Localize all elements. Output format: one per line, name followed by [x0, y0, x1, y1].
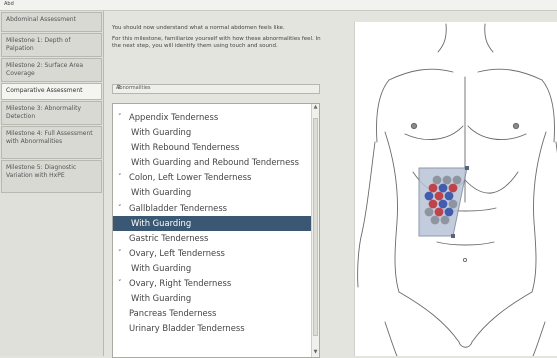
tree-item-label: With Rebound Tenderness: [131, 142, 240, 153]
sensor-dot: [434, 207, 444, 217]
instruction-paragraph: You should now understand what a normal …: [112, 25, 285, 31]
tree-subitem[interactable]: With Guarding: [113, 291, 313, 306]
sidebar-item-comparative-assessment[interactable]: Comparative Assessment: [1, 83, 102, 100]
sensor-dot: [424, 207, 434, 217]
tree-item-label: With Guarding: [131, 262, 192, 273]
sensor-dot: [452, 175, 462, 185]
tree-item-label: Pancreas Tenderness: [129, 308, 217, 319]
tree-item-label: With Guarding: [131, 217, 192, 228]
sensor-dot: [428, 199, 438, 209]
region-handle[interactable]: [451, 234, 455, 238]
expand-caret-icon[interactable]: ˅: [118, 276, 122, 291]
scrollbar-thumb[interactable]: [313, 118, 318, 336]
tree-subitem[interactable]: With Guarding: [113, 185, 313, 200]
expand-caret-icon[interactable]: ˅: [118, 246, 122, 261]
tree-item[interactable]: Urinary Bladder Tenderness: [113, 321, 313, 336]
sidebar-item-milestone-2[interactable]: Milestone 2: Surface Area Coverage: [1, 58, 102, 82]
tree-item[interactable]: Gastric Tenderness: [113, 231, 313, 246]
nipple-left: [410, 122, 418, 130]
tree-subitem[interactable]: With Guarding and Rebound Tenderness: [113, 155, 313, 170]
expand-caret-icon[interactable]: ˅: [118, 201, 122, 216]
tree-subitem[interactable]: With Guarding: [113, 261, 313, 276]
tree-item-label: Gastric Tenderness: [129, 232, 209, 243]
sensor-dot: [434, 191, 444, 201]
tree-item[interactable]: Pancreas Tenderness: [113, 306, 313, 321]
tree-item-label: Urinary Bladder Tenderness: [129, 323, 245, 334]
sidebar-item-milestone-1[interactable]: Milestone 1: Depth of Palpation: [1, 33, 102, 57]
sensor-dot: [432, 175, 442, 185]
tree-subitem[interactable]: With Guarding: [113, 215, 313, 231]
sensor-dot: [428, 183, 438, 193]
tree-item-label: With Guarding: [131, 187, 192, 198]
tree-item-label: With Guarding and Rebound Tenderness: [131, 157, 299, 168]
title-bar: Abd: [0, 0, 557, 11]
tree-item-label: Ovary, Left Tenderness: [129, 247, 225, 258]
region-handle[interactable]: [465, 166, 469, 170]
sensor-dot: [448, 183, 458, 193]
sensor-dot: [442, 175, 452, 185]
sensor-dot: [438, 199, 448, 209]
instructions: You should now understand what a normal …: [112, 25, 322, 50]
sensor-dot: [444, 191, 454, 201]
sensor-dot: [448, 199, 458, 209]
tree-subitem[interactable]: With Guarding: [113, 125, 313, 140]
sidebar-item-milestone-5[interactable]: Milestone 5: Diagnostic Variation with H…: [1, 160, 102, 193]
expand-caret-icon[interactable]: ˅: [118, 110, 122, 125]
sidebar-item-milestone-4[interactable]: Milestone 4: Full Assessment with Abnorm…: [1, 126, 102, 159]
sensor-dot: [440, 215, 450, 225]
tree-item[interactable]: ˅ Colon, Left Lower Tenderness: [113, 170, 313, 185]
torso-illustration: [357, 23, 557, 356]
tree-item-label: Ovary, Right Tenderness: [129, 278, 232, 289]
sensor-dot: [444, 207, 454, 217]
anatomy-figure-panel: [354, 22, 557, 356]
tree-item[interactable]: ˅ Ovary, Right Tenderness: [113, 276, 313, 291]
instruction-paragraph: For this milestone, familiarize yourself…: [112, 36, 321, 49]
abnormality-list[interactable]: ˅ Appendix Tenderness With Guarding With Re…: [112, 103, 320, 358]
window-title: Abd: [4, 1, 14, 7]
expand-caret-icon[interactable]: ˅: [118, 170, 122, 185]
scroll-up-arrow-icon[interactable]: ▲: [312, 104, 319, 112]
sidebar-item-abdominal-assessment[interactable]: Abdominal Assessment: [1, 12, 102, 32]
tree-item[interactable]: ˅ Gallbladder Tenderness: [113, 201, 313, 216]
tree-item[interactable]: ˅ Appendix Tenderness: [113, 110, 313, 125]
list-column-header[interactable]: Abnormalities ⇕: [112, 84, 320, 94]
sort-arrow-icon: ⇕: [116, 84, 122, 91]
tree-item-label: Colon, Left Lower Tenderness: [129, 172, 252, 183]
sensor-dot: [438, 183, 448, 193]
tree-item-label: With Guarding: [131, 127, 192, 138]
tree-item-label: Appendix Tenderness: [129, 112, 219, 122]
list-scrollbar[interactable]: ▲ ▼: [311, 104, 319, 357]
tree-item-label: With Guarding: [131, 293, 192, 304]
sidebar: Abdominal Assessment Milestone 1: Depth …: [0, 11, 104, 356]
content-column: You should now understand what a normal …: [112, 11, 322, 358]
sidebar-item-milestone-3[interactable]: Milestone 3: Abnormality Detection: [1, 101, 102, 125]
tree-subitem[interactable]: With Rebound Tenderness: [113, 140, 313, 155]
sensor-dot: [430, 215, 440, 225]
tree-item-label: Gallbladder Tenderness: [129, 202, 228, 213]
tree-item[interactable]: ˅ Ovary, Left Tenderness: [113, 246, 313, 261]
nipple-right: [512, 122, 520, 130]
sensor-dot: [424, 191, 434, 201]
